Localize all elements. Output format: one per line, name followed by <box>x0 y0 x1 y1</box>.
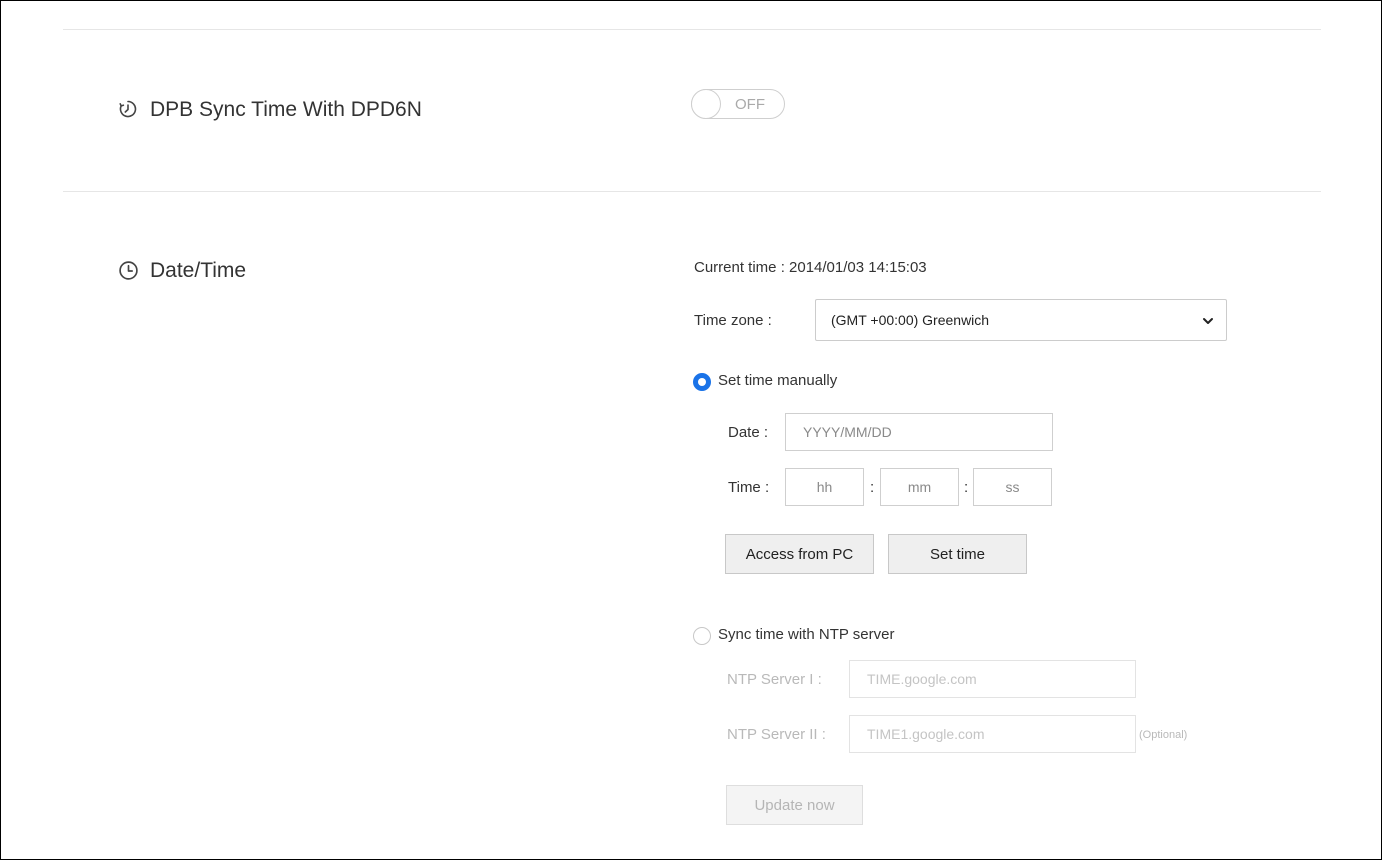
ntp-server2-label: NTP Server II : <box>727 726 826 743</box>
sync-ntp-label: Sync time with NTP server <box>718 626 895 643</box>
toggle-knob <box>691 89 721 119</box>
middle-divider <box>63 191 1321 192</box>
top-divider <box>63 29 1321 30</box>
clock-icon <box>118 260 140 282</box>
date-label: Date : <box>728 424 769 441</box>
datetime-section-title: Date/Time <box>118 259 246 283</box>
ntp-server1-label: NTP Server I : <box>727 671 822 688</box>
sync-section-title: DPB Sync Time With DPD6N <box>118 98 422 122</box>
second-input[interactable]: ss <box>973 468 1052 506</box>
update-now-button[interactable]: Update now <box>726 785 863 825</box>
timezone-select[interactable]: (GMT +00:00) Greenwich <box>815 299 1227 341</box>
hour-input[interactable]: hh <box>785 468 864 506</box>
date-input[interactable]: YYYY/MM/DD <box>785 413 1053 451</box>
timezone-selected-value: (GMT +00:00) Greenwich <box>831 312 990 328</box>
sync-ntp-radio[interactable] <box>693 627 711 645</box>
time-label: Time : <box>728 479 770 496</box>
minute-input[interactable]: mm <box>880 468 959 506</box>
set-time-manually-radio[interactable] <box>693 373 711 391</box>
sync-section-label: DPB Sync Time With DPD6N <box>150 98 422 121</box>
current-time-text: Current time : 2014/01/03 14:15:03 <box>694 259 927 276</box>
sync-toggle[interactable]: OFF <box>691 89 785 119</box>
timezone-label: Time zone : <box>694 312 772 329</box>
ntp-server2-input[interactable]: TIME1.google.com <box>849 715 1136 753</box>
time-separator: : <box>870 479 875 496</box>
set-time-button[interactable]: Set time <box>888 534 1027 574</box>
chevron-down-icon <box>1202 314 1214 326</box>
ntp-optional-note: (Optional) <box>1139 729 1188 741</box>
toggle-state-label: OFF <box>735 96 765 113</box>
ntp-server1-input[interactable]: TIME.google.com <box>849 660 1136 698</box>
timer-icon <box>118 99 140 121</box>
time-separator: : <box>964 479 969 496</box>
datetime-section-label: Date/Time <box>150 259 247 282</box>
set-time-manually-label: Set time manually <box>718 372 838 389</box>
access-from-pc-button[interactable]: Access from PC <box>725 534 874 574</box>
